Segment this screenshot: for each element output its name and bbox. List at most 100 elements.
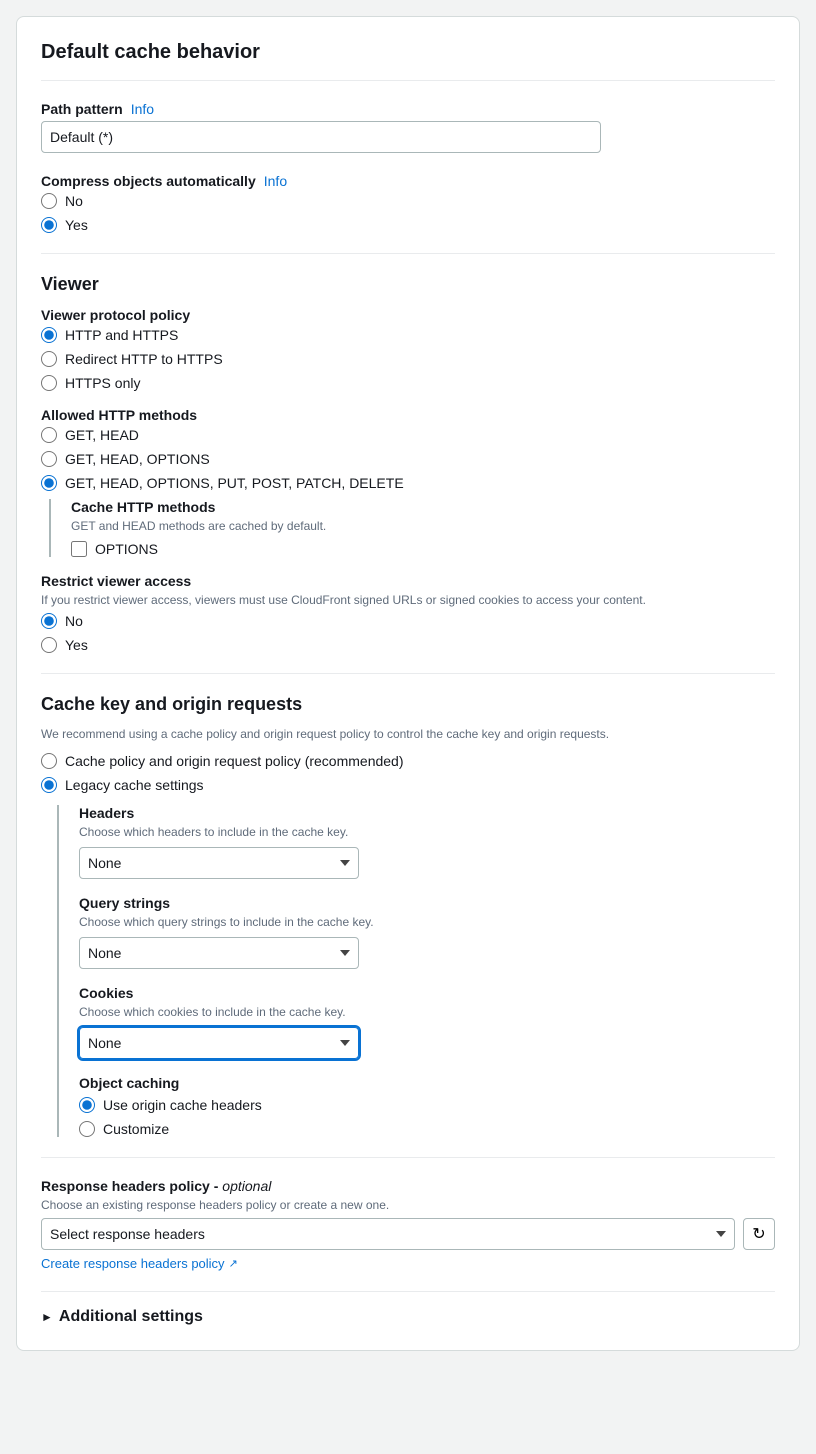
additional-settings-expand[interactable]: ► Additional settings [41, 1308, 775, 1326]
cookies-field: Cookies Choose which cookies to include … [79, 985, 775, 1059]
compress-yes-label: Yes [65, 217, 88, 233]
object-caching-radio-group: Use origin cache headers Customize [79, 1097, 775, 1137]
compress-no-radio[interactable] [41, 193, 57, 209]
method-get-head-options-option[interactable]: GET, HEAD, OPTIONS [41, 451, 775, 467]
restrict-yes-option[interactable]: Yes [41, 637, 775, 653]
use-origin-headers-label: Use origin cache headers [103, 1097, 262, 1113]
expand-icon: ► [41, 1310, 53, 1324]
allowed-methods-radio-group: GET, HEAD GET, HEAD, OPTIONS GET, HEAD, … [41, 427, 775, 491]
headers-select[interactable]: None Whitelist [79, 847, 359, 879]
protocol-http-https-label: HTTP and HTTPS [65, 327, 178, 343]
restrict-viewer-section: Restrict viewer access If you restrict v… [41, 573, 775, 653]
path-pattern-label: Path pattern Info [41, 101, 775, 117]
headers-desc: Choose which headers to include in the c… [79, 825, 775, 839]
cache-policy-radio[interactable] [41, 753, 57, 769]
customize-caching-option[interactable]: Customize [79, 1121, 775, 1137]
protocol-redirect-label: Redirect HTTP to HTTPS [65, 351, 223, 367]
cache-options-checkbox[interactable] [71, 541, 87, 557]
external-link-icon: ↗ [229, 1257, 238, 1270]
protocol-http-https-option[interactable]: HTTP and HTTPS [41, 327, 775, 343]
method-all-radio[interactable] [41, 475, 57, 491]
viewer-section: Viewer Viewer protocol policy HTTP and H… [41, 274, 775, 653]
method-get-head-options-radio[interactable] [41, 451, 57, 467]
method-get-head-label: GET, HEAD [65, 427, 139, 443]
compress-yes-option[interactable]: Yes [41, 217, 775, 233]
query-strings-field: Query strings Choose which query strings… [79, 895, 775, 969]
compress-objects-radio-group: No Yes [41, 193, 775, 233]
additional-settings-section: ► Additional settings [41, 1291, 775, 1326]
compress-objects-section: Compress objects automatically Info No Y… [41, 173, 775, 233]
legacy-cache-radio[interactable] [41, 777, 57, 793]
restrict-viewer-desc: If you restrict viewer access, viewers m… [41, 593, 775, 607]
cache-key-desc: We recommend using a cache policy and or… [41, 727, 775, 741]
protocol-https-only-radio[interactable] [41, 375, 57, 391]
path-pattern-info-link[interactable]: Info [131, 101, 154, 117]
protocol-redirect-radio[interactable] [41, 351, 57, 367]
cache-options-option[interactable]: OPTIONS [71, 541, 775, 557]
query-strings-label: Query strings [79, 895, 775, 911]
restrict-no-option[interactable]: No [41, 613, 775, 629]
query-strings-select-wrapper: None Whitelist All [79, 937, 359, 969]
refresh-button[interactable]: ↻ [743, 1218, 775, 1250]
method-all-label: GET, HEAD, OPTIONS, PUT, POST, PATCH, DE… [65, 475, 404, 491]
object-caching-label: Object caching [79, 1075, 775, 1091]
object-caching-field: Object caching Use origin cache headers … [79, 1075, 775, 1137]
response-headers-desc: Choose an existing response headers poli… [41, 1198, 775, 1212]
cookies-desc: Choose which cookies to include in the c… [79, 1005, 775, 1019]
response-headers-select-wrapper: Select response headers [41, 1218, 735, 1250]
compress-no-option[interactable]: No [41, 193, 775, 209]
response-headers-row: Select response headers ↻ [41, 1218, 775, 1250]
allowed-methods-label: Allowed HTTP methods [41, 407, 775, 423]
response-headers-select[interactable]: Select response headers [41, 1218, 735, 1250]
headers-select-wrapper: None Whitelist [79, 847, 359, 879]
restrict-viewer-radio-group: No Yes [41, 613, 775, 653]
customize-caching-label: Customize [103, 1121, 169, 1137]
compress-objects-info-link[interactable]: Info [264, 173, 287, 189]
response-headers-label: Response headers policy - optional [41, 1178, 775, 1194]
legacy-cache-option[interactable]: Legacy cache settings [41, 777, 775, 793]
cache-key-radio-group: Cache policy and origin request policy (… [41, 753, 775, 793]
cache-http-methods-label: Cache HTTP methods [71, 499, 775, 515]
restrict-viewer-label: Restrict viewer access [41, 573, 775, 589]
use-origin-headers-radio[interactable] [79, 1097, 95, 1113]
response-headers-section: Response headers policy - optional Choos… [41, 1178, 775, 1271]
allowed-methods-section: Allowed HTTP methods GET, HEAD GET, HEAD… [41, 407, 775, 557]
restrict-no-label: No [65, 613, 83, 629]
headers-label: Headers [79, 805, 775, 821]
cookies-select-wrapper: None Whitelist All [79, 1027, 359, 1059]
cache-policy-option[interactable]: Cache policy and origin request policy (… [41, 753, 775, 769]
create-response-headers-link[interactable]: Create response headers policy ↗ [41, 1256, 238, 1271]
customize-caching-radio[interactable] [79, 1121, 95, 1137]
restrict-no-radio[interactable] [41, 613, 57, 629]
cache-http-methods-desc: GET and HEAD methods are cached by defau… [71, 519, 775, 533]
page-title: Default cache behavior [41, 41, 775, 81]
query-strings-desc: Choose which query strings to include in… [79, 915, 775, 929]
cookies-label: Cookies [79, 985, 775, 1001]
cache-key-section: Cache key and origin requests We recomme… [41, 694, 775, 1137]
protocol-redirect-option[interactable]: Redirect HTTP to HTTPS [41, 351, 775, 367]
cache-key-title: Cache key and origin requests [41, 694, 775, 715]
protocol-https-only-option[interactable]: HTTPS only [41, 375, 775, 391]
query-strings-select[interactable]: None Whitelist All [79, 937, 359, 969]
viewer-protocol-label: Viewer protocol policy [41, 307, 775, 323]
cache-http-methods-subsection: Cache HTTP methods GET and HEAD methods … [49, 499, 775, 557]
method-get-head-radio[interactable] [41, 427, 57, 443]
protocol-http-https-radio[interactable] [41, 327, 57, 343]
cookies-select[interactable]: None Whitelist All [79, 1027, 359, 1059]
restrict-yes-label: Yes [65, 637, 88, 653]
compress-objects-label: Compress objects automatically Info [41, 173, 775, 189]
method-get-head-option[interactable]: GET, HEAD [41, 427, 775, 443]
default-cache-behavior-card: Default cache behavior Path pattern Info… [16, 16, 800, 1351]
additional-settings-label: Additional settings [59, 1308, 203, 1326]
method-all-option[interactable]: GET, HEAD, OPTIONS, PUT, POST, PATCH, DE… [41, 475, 775, 491]
compress-no-label: No [65, 193, 83, 209]
viewer-section-title: Viewer [41, 274, 775, 295]
restrict-yes-radio[interactable] [41, 637, 57, 653]
response-headers-optional: optional [222, 1178, 271, 1194]
legacy-cache-label: Legacy cache settings [65, 777, 204, 793]
use-origin-headers-option[interactable]: Use origin cache headers [79, 1097, 775, 1113]
path-pattern-input[interactable] [41, 121, 601, 153]
path-pattern-section: Path pattern Info [41, 101, 775, 153]
compress-yes-radio[interactable] [41, 217, 57, 233]
cache-options-label: OPTIONS [95, 541, 158, 557]
